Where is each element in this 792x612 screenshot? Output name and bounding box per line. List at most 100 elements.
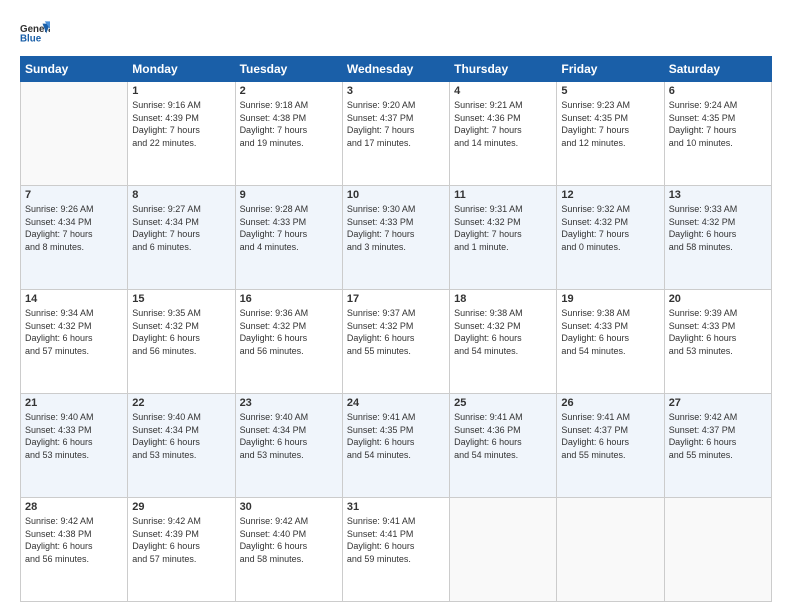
- logo-icon: General Blue: [20, 18, 50, 48]
- col-header-thursday: Thursday: [450, 57, 557, 82]
- cell-info: Sunrise: 9:42 AM Sunset: 4:38 PM Dayligh…: [25, 515, 123, 565]
- calendar-cell: 20Sunrise: 9:39 AM Sunset: 4:33 PM Dayli…: [664, 290, 771, 394]
- calendar-cell: 3 Sunrise: 9:20 AM Sunset: 4:37 PM Daylig…: [342, 82, 449, 186]
- calendar-cell: 31 Sunrise: 9:41 AM Sunset: 4:41 PM Dayli…: [342, 498, 449, 602]
- cell-info: Sunrise: 9:42 AM Sunset: 4:40 PM Dayligh…: [240, 515, 338, 565]
- cell-info: Sunrise: 9:28 AM Sunset: 4:33 PM Dayligh…: [240, 203, 338, 253]
- day-number: 3: [347, 85, 445, 97]
- day-number: 6: [669, 85, 767, 97]
- day-number: 23: [240, 397, 338, 409]
- day-number: 22: [132, 397, 230, 409]
- calendar-cell: 28 Sunrise: 9:42 AM Sunset: 4:38 PM Dayli…: [21, 498, 128, 602]
- day-number: 17: [347, 293, 445, 305]
- calendar-cell: 12Sunrise: 9:32 AM Sunset: 4:32 PM Dayli…: [557, 186, 664, 290]
- day-number: 20: [669, 293, 767, 305]
- calendar-cell: 17Sunrise: 9:37 AM Sunset: 4:32 PM Dayli…: [342, 290, 449, 394]
- day-number: 21: [25, 397, 123, 409]
- calendar-cell: 7 Sunrise: 9:26 AM Sunset: 4:34 PM Daylig…: [21, 186, 128, 290]
- calendar-cell: 21 Sunrise: 9:40 AM Sunset: 4:33 PM Dayli…: [21, 394, 128, 498]
- calendar-cell: 16 Sunrise: 9:36 AM Sunset: 4:32 PM Dayli…: [235, 290, 342, 394]
- day-number: 27: [669, 397, 767, 409]
- col-header-tuesday: Tuesday: [235, 57, 342, 82]
- calendar-cell: [21, 82, 128, 186]
- logo: General Blue: [20, 18, 50, 48]
- col-header-sunday: Sunday: [21, 57, 128, 82]
- cell-info: Sunrise: 9:27 AM Sunset: 4:34 PM Dayligh…: [132, 203, 230, 253]
- day-number: 5: [561, 85, 659, 97]
- calendar-cell: 26 Sunrise: 9:41 AM Sunset: 4:37 PM Dayli…: [557, 394, 664, 498]
- calendar-cell: 5Sunrise: 9:23 AM Sunset: 4:35 PM Daylig…: [557, 82, 664, 186]
- cell-info: Sunrise: 9:16 AM Sunset: 4:39 PM Dayligh…: [132, 99, 230, 149]
- calendar-cell: 6 Sunrise: 9:24 AM Sunset: 4:35 PM Daylig…: [664, 82, 771, 186]
- calendar-cell: 8 Sunrise: 9:27 AM Sunset: 4:34 PM Daylig…: [128, 186, 235, 290]
- day-number: 7: [25, 189, 123, 201]
- svg-text:Blue: Blue: [20, 34, 42, 45]
- calendar-cell: 23 Sunrise: 9:40 AM Sunset: 4:34 PM Dayli…: [235, 394, 342, 498]
- calendar-cell: 4 Sunrise: 9:21 AM Sunset: 4:36 PM Daylig…: [450, 82, 557, 186]
- calendar-cell: 24 Sunrise: 9:41 AM Sunset: 4:35 PM Dayli…: [342, 394, 449, 498]
- day-number: 4: [454, 85, 552, 97]
- page: General Blue SundayMondayTuesdayWednesda…: [0, 0, 792, 612]
- cell-info: Sunrise: 9:33 AM Sunset: 4:32 PM Dayligh…: [669, 203, 767, 253]
- day-number: 25: [454, 397, 552, 409]
- calendar-cell: 19 Sunrise: 9:38 AM Sunset: 4:33 PM Dayli…: [557, 290, 664, 394]
- day-number: 30: [240, 501, 338, 513]
- day-number: 31: [347, 501, 445, 513]
- calendar-cell: 10 Sunrise: 9:30 AM Sunset: 4:33 PM Dayli…: [342, 186, 449, 290]
- calendar-cell: [557, 498, 664, 602]
- cell-info: Sunrise: 9:26 AM Sunset: 4:34 PM Dayligh…: [25, 203, 123, 253]
- calendar-cell: 25 Sunrise: 9:41 AM Sunset: 4:36 PM Dayli…: [450, 394, 557, 498]
- cell-info: Sunrise: 9:30 AM Sunset: 4:33 PM Dayligh…: [347, 203, 445, 253]
- calendar-table: SundayMondayTuesdayWednesdayThursdayFrid…: [20, 56, 772, 602]
- cell-info: Sunrise: 9:41 AM Sunset: 4:36 PM Dayligh…: [454, 411, 552, 461]
- calendar-cell: 9 Sunrise: 9:28 AM Sunset: 4:33 PM Daylig…: [235, 186, 342, 290]
- cell-info: Sunrise: 9:38 AM Sunset: 4:32 PM Dayligh…: [454, 307, 552, 357]
- day-number: 26: [561, 397, 659, 409]
- day-number: 19: [561, 293, 659, 305]
- day-number: 11: [454, 189, 552, 201]
- day-number: 13: [669, 189, 767, 201]
- calendar-cell: 2Sunrise: 9:18 AM Sunset: 4:38 PM Daylig…: [235, 82, 342, 186]
- col-header-monday: Monday: [128, 57, 235, 82]
- cell-info: Sunrise: 9:40 AM Sunset: 4:33 PM Dayligh…: [25, 411, 123, 461]
- cell-info: Sunrise: 9:35 AM Sunset: 4:32 PM Dayligh…: [132, 307, 230, 357]
- day-number: 12: [561, 189, 659, 201]
- cell-info: Sunrise: 9:34 AM Sunset: 4:32 PM Dayligh…: [25, 307, 123, 357]
- cell-info: Sunrise: 9:41 AM Sunset: 4:41 PM Dayligh…: [347, 515, 445, 565]
- cell-info: Sunrise: 9:38 AM Sunset: 4:33 PM Dayligh…: [561, 307, 659, 357]
- calendar-cell: 18 Sunrise: 9:38 AM Sunset: 4:32 PM Dayli…: [450, 290, 557, 394]
- day-number: 1: [132, 85, 230, 97]
- day-number: 10: [347, 189, 445, 201]
- calendar-cell: 1 Sunrise: 9:16 AM Sunset: 4:39 PM Daylig…: [128, 82, 235, 186]
- col-header-friday: Friday: [557, 57, 664, 82]
- cell-info: Sunrise: 9:24 AM Sunset: 4:35 PM Dayligh…: [669, 99, 767, 149]
- day-number: 14: [25, 293, 123, 305]
- cell-info: Sunrise: 9:21 AM Sunset: 4:36 PM Dayligh…: [454, 99, 552, 149]
- calendar-cell: 29 Sunrise: 9:42 AM Sunset: 4:39 PM Dayli…: [128, 498, 235, 602]
- col-header-wednesday: Wednesday: [342, 57, 449, 82]
- day-number: 28: [25, 501, 123, 513]
- calendar-cell: [664, 498, 771, 602]
- cell-info: Sunrise: 9:20 AM Sunset: 4:37 PM Dayligh…: [347, 99, 445, 149]
- calendar-cell: 14 Sunrise: 9:34 AM Sunset: 4:32 PM Dayli…: [21, 290, 128, 394]
- day-number: 18: [454, 293, 552, 305]
- cell-info: Sunrise: 9:40 AM Sunset: 4:34 PM Dayligh…: [132, 411, 230, 461]
- day-number: 16: [240, 293, 338, 305]
- cell-info: Sunrise: 9:41 AM Sunset: 4:35 PM Dayligh…: [347, 411, 445, 461]
- cell-info: Sunrise: 9:41 AM Sunset: 4:37 PM Dayligh…: [561, 411, 659, 461]
- calendar-cell: [450, 498, 557, 602]
- day-number: 9: [240, 189, 338, 201]
- day-number: 15: [132, 293, 230, 305]
- day-number: 24: [347, 397, 445, 409]
- calendar-cell: 27 Sunrise: 9:42 AM Sunset: 4:37 PM Dayli…: [664, 394, 771, 498]
- calendar-cell: 13 Sunrise: 9:33 AM Sunset: 4:32 PM Dayli…: [664, 186, 771, 290]
- cell-info: Sunrise: 9:42 AM Sunset: 4:39 PM Dayligh…: [132, 515, 230, 565]
- cell-info: Sunrise: 9:40 AM Sunset: 4:34 PM Dayligh…: [240, 411, 338, 461]
- day-number: 8: [132, 189, 230, 201]
- calendar-cell: 30 Sunrise: 9:42 AM Sunset: 4:40 PM Dayli…: [235, 498, 342, 602]
- day-number: 29: [132, 501, 230, 513]
- cell-info: Sunrise: 9:18 AM Sunset: 4:38 PM Dayligh…: [240, 99, 338, 149]
- cell-info: Sunrise: 9:36 AM Sunset: 4:32 PM Dayligh…: [240, 307, 338, 357]
- cell-info: Sunrise: 9:42 AM Sunset: 4:37 PM Dayligh…: [669, 411, 767, 461]
- calendar-cell: 11Sunrise: 9:31 AM Sunset: 4:32 PM Dayli…: [450, 186, 557, 290]
